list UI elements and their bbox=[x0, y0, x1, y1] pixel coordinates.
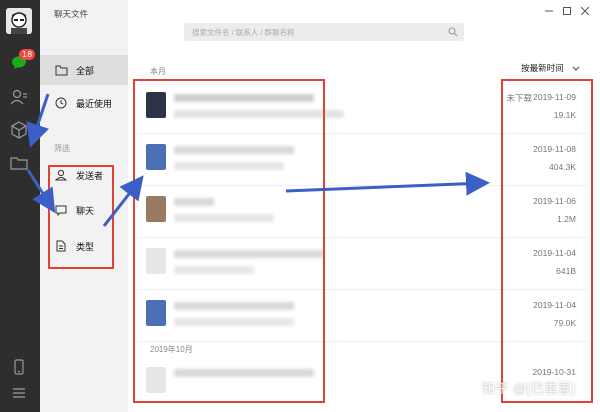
maximize-button[interactable] bbox=[560, 4, 574, 18]
clock-icon bbox=[54, 96, 68, 110]
search-placeholder: 搜索文件名 / 联系人 / 群聊名称 bbox=[192, 27, 295, 37]
filter-section-label: 筛选 bbox=[54, 144, 70, 153]
annotation-box-filters bbox=[48, 165, 114, 269]
annotation-box-dates bbox=[501, 79, 593, 403]
avatar[interactable] bbox=[6, 8, 32, 34]
favorites-cube-icon[interactable] bbox=[8, 119, 30, 141]
navigation-rail: 18 bbox=[0, 0, 40, 412]
phone-icon[interactable] bbox=[8, 356, 30, 378]
search-input[interactable]: 搜索文件名 / 联系人 / 群聊名称 bbox=[184, 23, 464, 41]
category-all-label: 全部 bbox=[76, 65, 95, 76]
search-icon bbox=[448, 27, 458, 39]
category-recent[interactable]: 最近使用 bbox=[40, 88, 128, 118]
contacts-icon[interactable] bbox=[8, 86, 30, 108]
menu-icon[interactable] bbox=[8, 382, 30, 404]
annotation-box-files bbox=[133, 79, 325, 403]
window-title: 聊天文件 bbox=[54, 9, 89, 19]
sort-label: 按最新时间 bbox=[521, 63, 564, 73]
minimize-button[interactable] bbox=[542, 4, 556, 18]
category-recent-label: 最近使用 bbox=[76, 98, 113, 109]
category-all[interactable]: 全部 bbox=[40, 55, 128, 85]
month-label-current: 本月 bbox=[150, 67, 166, 76]
watermark: 知乎 @[已重置] bbox=[482, 381, 576, 396]
folder-icon[interactable] bbox=[8, 152, 30, 174]
sort-dropdown[interactable]: 按最新时间 bbox=[521, 62, 580, 74]
folder-icon bbox=[54, 63, 68, 77]
close-button[interactable] bbox=[578, 4, 592, 18]
unread-badge: 18 bbox=[19, 49, 36, 60]
chevron-down-icon bbox=[572, 63, 580, 73]
